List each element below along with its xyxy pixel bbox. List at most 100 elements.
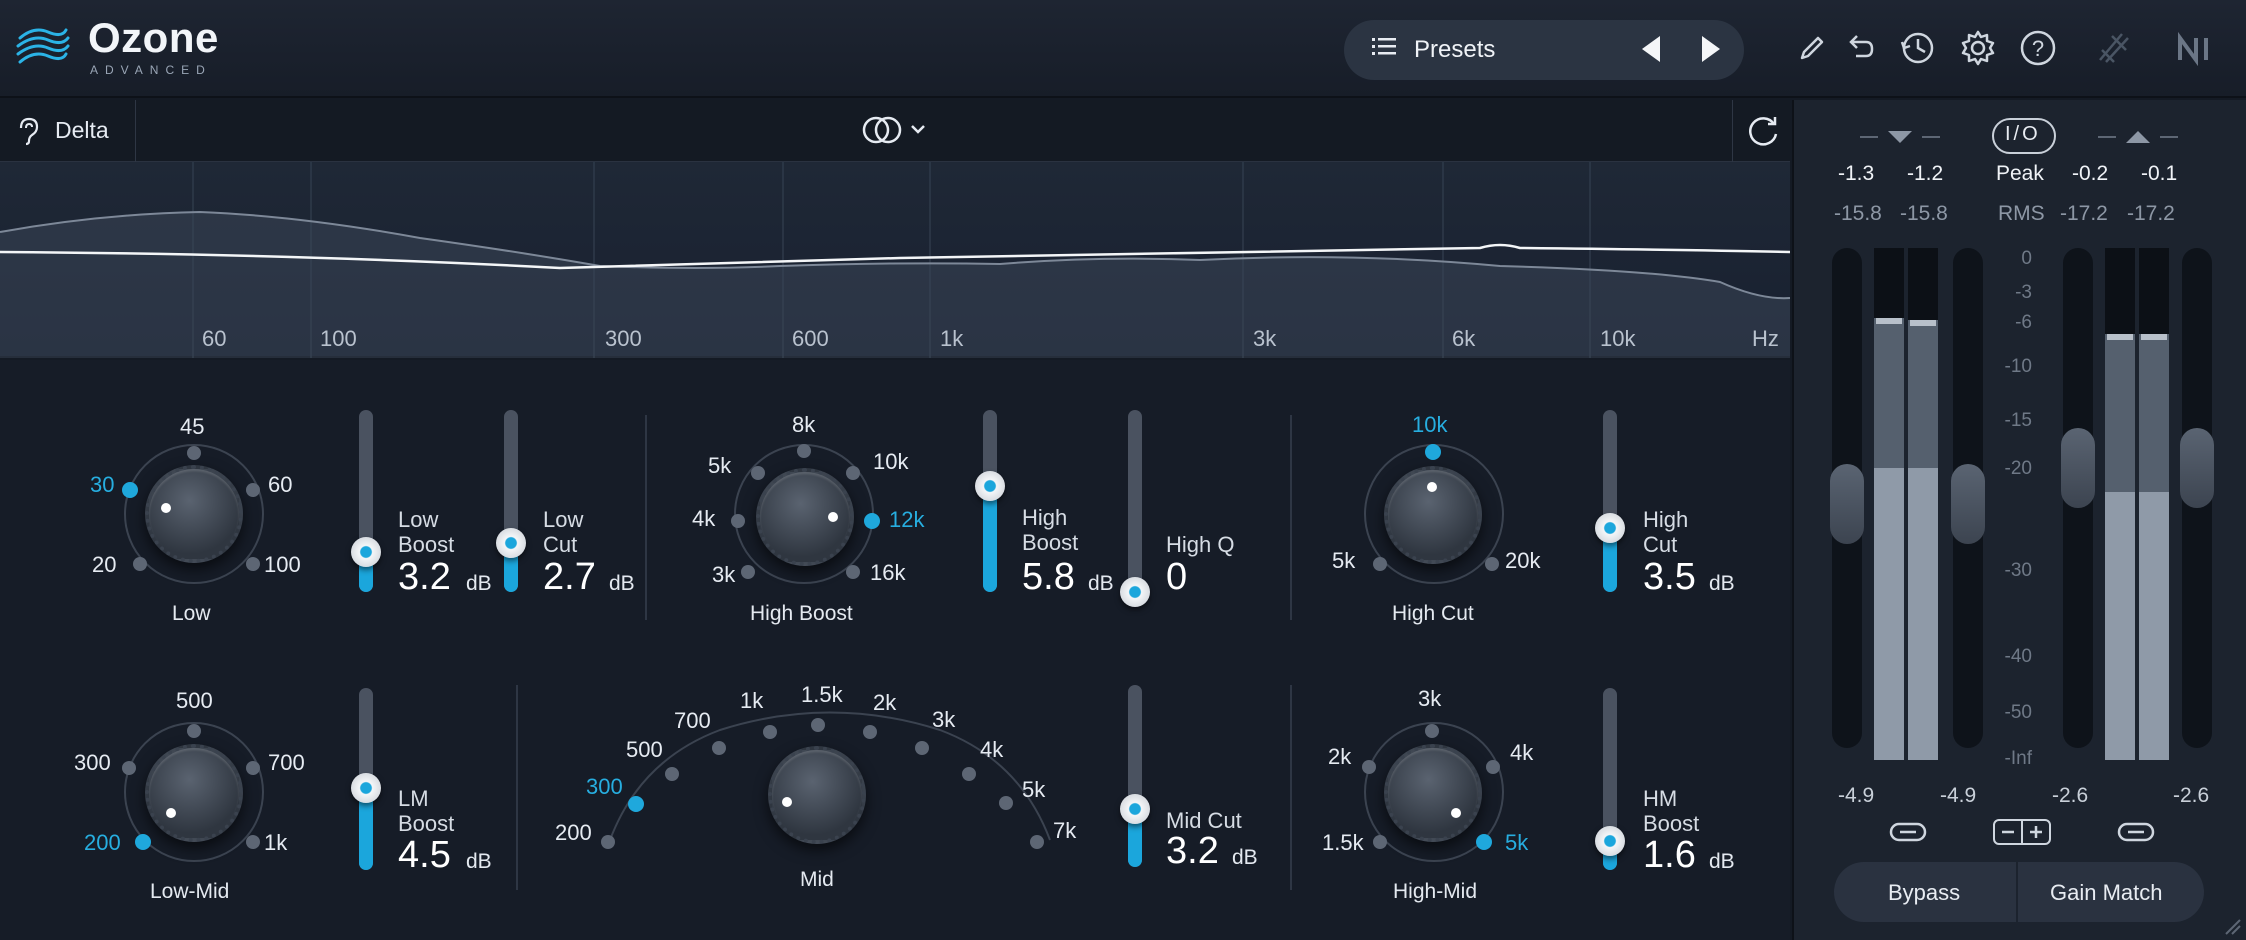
input-gain-left-thumb[interactable]	[1830, 464, 1864, 544]
high-cut-label-5k: 5k	[1332, 548, 1356, 573]
output-collapse-icon[interactable]	[2096, 128, 2180, 146]
mid-label-300: 300	[586, 774, 623, 799]
low-tick-60[interactable]	[246, 483, 260, 497]
high-cut-label-10k: 10k	[1412, 412, 1448, 437]
high-mid-tick-4k[interactable]	[1486, 760, 1500, 774]
low-mid-knob[interactable]	[145, 744, 243, 842]
mid-label-1k: 1k	[740, 688, 764, 713]
high-mid-knob[interactable]	[1384, 744, 1482, 842]
output-gain-left-thumb[interactable]	[2061, 428, 2095, 508]
high-boost-tick-8k[interactable]	[797, 444, 811, 458]
pencil-icon[interactable]	[1790, 26, 1834, 70]
output-meter-left-fill	[2105, 492, 2135, 760]
help-icon[interactable]: ?	[2016, 26, 2060, 70]
plus-minus-icon[interactable]	[1992, 818, 2052, 846]
mid-tick-7k[interactable]	[1030, 835, 1044, 849]
stereo-mode-icon[interactable]	[862, 112, 932, 148]
high-mid-tick-1-5k[interactable]	[1373, 835, 1387, 849]
low-mid-tick-300[interactable]	[122, 761, 136, 775]
high-boost-tick-3k[interactable]	[741, 565, 755, 579]
mid-tick-3k[interactable]	[915, 741, 929, 755]
high-boost-knob[interactable]	[756, 468, 854, 566]
prev-arrow-icon[interactable]	[1636, 32, 1666, 66]
low-knob-label: Low	[172, 602, 211, 625]
svg-text:?: ?	[2032, 36, 2044, 61]
mid-tick-5k[interactable]	[999, 796, 1013, 810]
scale-10: -10	[2004, 356, 2032, 377]
high-cut-knob[interactable]	[1384, 466, 1482, 564]
mid-tick-1-5k[interactable]	[811, 718, 825, 732]
high-boost-knob-indicator	[828, 512, 838, 522]
presets-bar[interactable]	[1344, 20, 1744, 80]
low-tick-20[interactable]	[133, 557, 147, 571]
undo-icon[interactable]	[1838, 26, 1882, 70]
io-toggle-label[interactable]: I/O	[2005, 123, 2041, 146]
input-collapse-icon[interactable]	[1858, 128, 1942, 146]
high-mid-tick-2k[interactable]	[1362, 760, 1376, 774]
input-meter-right-peak	[1910, 320, 1936, 326]
high-cut-unit: dB	[1709, 572, 1735, 595]
low-tick-100[interactable]	[246, 557, 260, 571]
output-gain-right-thumb[interactable]	[2180, 428, 2214, 508]
low-boost-thumb[interactable]	[351, 536, 381, 567]
high-cut-tick-10k[interactable]	[1425, 444, 1441, 460]
high-mid-tick-5k[interactable]	[1476, 834, 1492, 850]
scale-3: -3	[2015, 282, 2032, 303]
mid-knob[interactable]	[768, 746, 866, 844]
high-boost-tick-5k[interactable]	[751, 466, 765, 480]
history-icon[interactable]	[1896, 26, 1940, 70]
mid-tick-700[interactable]	[712, 741, 726, 755]
high-q-slider[interactable]	[1128, 410, 1142, 592]
delta-label[interactable]: Delta	[55, 117, 109, 144]
low-cut-thumb[interactable]	[496, 527, 526, 558]
mid-tick-2k[interactable]	[863, 725, 877, 739]
high-boost-tick-12k[interactable]	[864, 513, 880, 529]
mid-label-5k: 5k	[1022, 777, 1046, 802]
lm-boost-value: 4.5	[398, 834, 451, 876]
high-cut-tick-20k[interactable]	[1485, 557, 1499, 571]
lm-boost-thumb[interactable]	[351, 773, 381, 804]
hm-boost-thumb[interactable]	[1595, 825, 1625, 856]
input-peak-left: -1.3	[1838, 162, 1875, 185]
mid-tick-500[interactable]	[665, 767, 679, 781]
mid-tick-1k[interactable]	[763, 725, 777, 739]
low-mid-tick-500[interactable]	[187, 724, 201, 738]
low-tick-30[interactable]	[122, 482, 138, 498]
high-boost-tick-16k[interactable]	[846, 565, 860, 579]
input-gain-right-thumb[interactable]	[1951, 464, 1985, 544]
output-link-icon[interactable]	[2116, 820, 2156, 844]
gain-match-label[interactable]: Gain Match	[2050, 880, 2163, 906]
signal-chain-icon[interactable]	[2092, 26, 2136, 70]
mid-tick-300[interactable]	[628, 796, 644, 812]
low-tick-45[interactable]	[187, 446, 201, 460]
refresh-icon[interactable]	[1744, 112, 1782, 150]
low-knob[interactable]	[145, 465, 243, 563]
high-mid-tick-3k[interactable]	[1425, 724, 1439, 738]
high-mid-knob-label: High-Mid	[1393, 880, 1478, 903]
ni-logo-icon	[2178, 31, 2208, 67]
next-arrow-icon[interactable]	[1696, 32, 1726, 66]
freq-label-60: 60	[202, 326, 227, 351]
low-mid-tick-200[interactable]	[135, 834, 151, 850]
resize-grip-icon[interactable]	[2222, 916, 2242, 936]
mid-tick-200[interactable]	[601, 835, 615, 849]
high-boost-tick-4k[interactable]	[731, 514, 745, 528]
high-cut-label-20k: 20k	[1505, 548, 1541, 573]
low-mid-label-300: 300	[74, 750, 111, 775]
low-mid-tick-700[interactable]	[246, 761, 260, 775]
high-boost-tick-10k[interactable]	[846, 466, 860, 480]
freq-label-100: 100	[320, 326, 357, 351]
gear-icon[interactable]	[1956, 26, 2000, 70]
high-q-thumb[interactable]	[1120, 577, 1150, 607]
mid-knob-indicator	[782, 797, 792, 807]
mid-label-700: 700	[674, 708, 711, 733]
low-mid-tick-1k[interactable]	[246, 835, 260, 849]
mid-cut-thumb[interactable]	[1120, 793, 1150, 824]
divider	[645, 415, 647, 620]
mid-tick-4k[interactable]	[962, 767, 976, 781]
presets-label[interactable]: Presets	[1414, 36, 1495, 64]
freq-label-3k: 3k	[1253, 326, 1277, 351]
high-cut-tick-5k[interactable]	[1373, 557, 1387, 571]
input-link-icon[interactable]	[1888, 820, 1928, 844]
bypass-label[interactable]: Bypass	[1888, 880, 1960, 906]
